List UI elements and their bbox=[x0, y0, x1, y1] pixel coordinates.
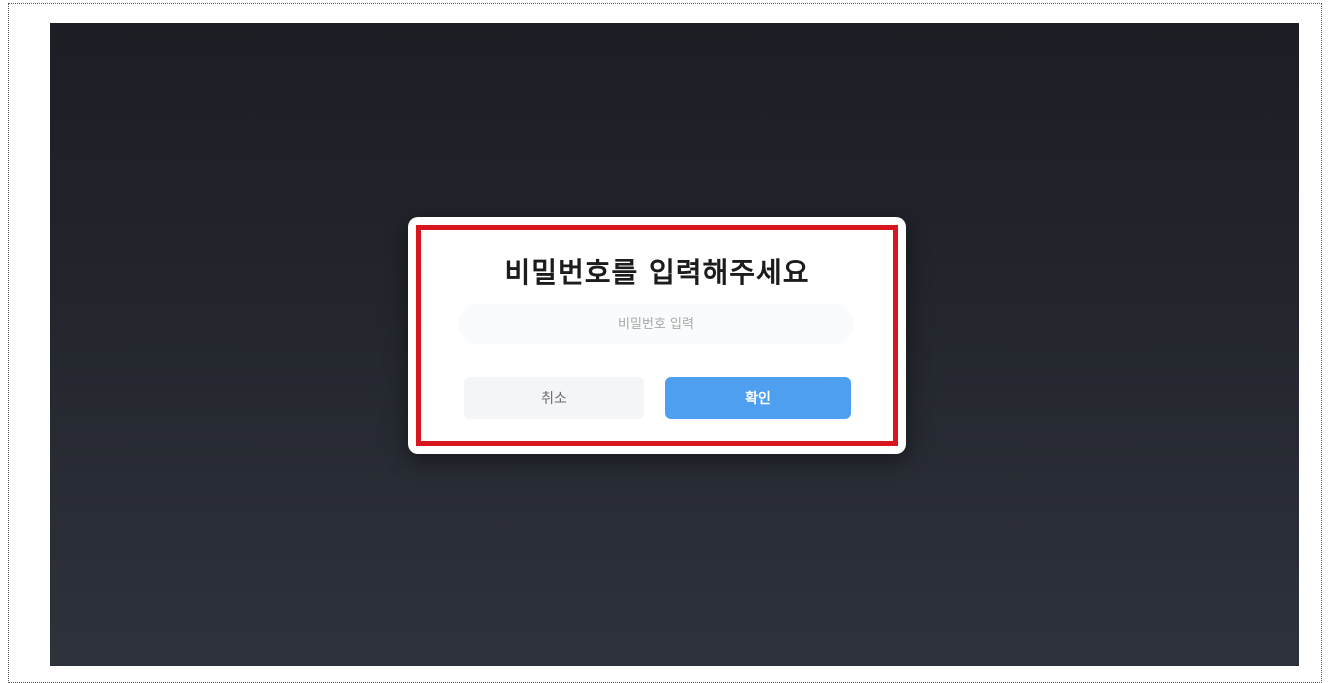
cancel-button[interactable]: 취소 bbox=[464, 377, 644, 419]
confirm-button[interactable]: 확인 bbox=[665, 377, 851, 419]
dialog-title: 비밀번호를 입력해주세요 bbox=[504, 256, 810, 289]
screenshot-frame: 비밀번호를 입력해주세요 취소 확인 bbox=[8, 3, 1322, 683]
dimmed-backdrop: 비밀번호를 입력해주세요 취소 확인 bbox=[50, 23, 1299, 666]
password-dialog: 비밀번호를 입력해주세요 취소 확인 bbox=[408, 217, 906, 454]
password-input[interactable] bbox=[458, 304, 854, 344]
